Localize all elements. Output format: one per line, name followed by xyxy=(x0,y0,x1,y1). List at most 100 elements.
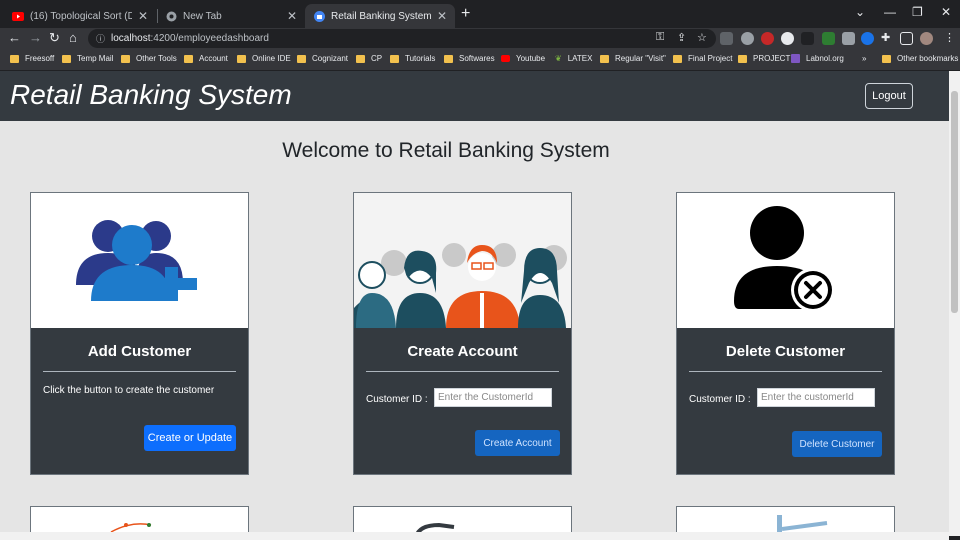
tab-youtube[interactable]: (16) Topological Sort (DFS) - You ✕ xyxy=(4,4,156,28)
bookmark-item[interactable]: Online IDE xyxy=(237,54,291,63)
delete-customer-card: Delete Customer Customer ID : Delete Cus… xyxy=(676,192,895,475)
bank-icon xyxy=(313,10,325,22)
folder-icon xyxy=(121,54,130,63)
extension-icon[interactable] xyxy=(842,32,855,45)
extension-icon[interactable] xyxy=(801,32,814,45)
delete-customer-image xyxy=(677,193,894,328)
folder-icon xyxy=(356,54,365,63)
page-title: Welcome to Retail Banking System xyxy=(282,139,610,162)
divider xyxy=(366,371,559,372)
card-title: Create Account xyxy=(407,343,518,360)
minimize-icon[interactable]: — xyxy=(884,5,896,19)
bookmark-item[interactable]: Final Project xyxy=(673,54,732,63)
horizontal-scrollbar[interactable] xyxy=(0,532,949,540)
card-title: Add Customer xyxy=(87,343,192,360)
tab-title: (16) Topological Sort (DFS) - You xyxy=(30,10,132,22)
bookmark-item[interactable]: Softwares xyxy=(444,54,495,63)
bookmark-item[interactable]: Freesoff xyxy=(10,54,54,63)
close-icon[interactable]: ✕ xyxy=(287,9,297,23)
bookmark-item[interactable]: CP xyxy=(356,54,382,63)
folder-icon xyxy=(62,54,71,63)
new-tab-plus-icon[interactable]: + xyxy=(461,5,470,23)
extension-icon[interactable] xyxy=(720,32,733,45)
customer-id-label: Customer ID : xyxy=(366,394,428,405)
youtube-icon xyxy=(12,10,24,22)
sidebar-icon[interactable] xyxy=(900,32,913,45)
bookmark-item[interactable]: PROJECT xyxy=(738,54,790,63)
bookmark-other[interactable]: Other bookmarks xyxy=(882,54,958,63)
close-icon[interactable]: ✕ xyxy=(138,9,148,23)
folder-icon xyxy=(237,54,246,63)
bookmark-youtube[interactable]: Youtube xyxy=(501,54,545,63)
extension-icon[interactable] xyxy=(781,32,794,45)
bookmarks-overflow[interactable]: » xyxy=(862,54,866,63)
forward-icon[interactable]: → xyxy=(29,30,42,45)
bookmark-item[interactable]: ❦ LATEX xyxy=(555,54,592,63)
app-navbar: Retail Banking System Logout xyxy=(0,71,949,121)
bookmark-item[interactable]: Account xyxy=(184,54,228,63)
folder-icon xyxy=(673,54,682,63)
extension-icon[interactable] xyxy=(822,32,835,45)
restore-icon[interactable]: ❐ xyxy=(912,5,923,19)
avatar[interactable] xyxy=(920,32,933,45)
bookmark-item[interactable]: Temp Mail xyxy=(62,54,113,63)
youtube-icon xyxy=(501,55,510,62)
reload-icon[interactable]: ↻ xyxy=(49,30,60,46)
browser-toolbar: ← → ↻ ⌂ ⓘ localhost:4200/employeedashboa… xyxy=(0,28,960,50)
star-icon[interactable]: ☆ xyxy=(697,31,707,44)
close-icon[interactable]: ✕ xyxy=(437,9,447,23)
bookmark-item[interactable]: Tutorials xyxy=(390,54,435,63)
bookmark-item[interactable]: Cognizant xyxy=(297,54,348,63)
customer-id-input[interactable] xyxy=(434,388,552,407)
create-account-card: Create Account Customer ID : Create Acco… xyxy=(353,192,572,475)
bookmark-item[interactable]: Regular "Visit" xyxy=(600,54,666,63)
people-group-icon xyxy=(354,193,571,328)
ublock-icon[interactable] xyxy=(761,32,774,45)
add-user-icon xyxy=(76,220,197,301)
divider xyxy=(689,371,882,372)
kebab-menu-icon[interactable]: ⋮ xyxy=(944,31,955,44)
puzzle-icon[interactable]: ✚ xyxy=(881,31,890,44)
extension-icon[interactable] xyxy=(861,32,874,45)
back-icon[interactable]: ← xyxy=(8,30,21,45)
add-customer-card: Add Customer Click the button to create … xyxy=(30,192,249,475)
bookmark-item[interactable]: Other Tools xyxy=(121,54,177,63)
close-window-icon[interactable]: ✕ xyxy=(941,5,951,19)
tab-new-tab[interactable]: New Tab ✕ xyxy=(157,4,305,28)
tab-retail-banking[interactable]: Retail Banking System ✕ xyxy=(305,4,455,28)
create-or-update-button[interactable]: Create or Update xyxy=(144,425,236,451)
bookmarks-bar: Freesoff Temp Mail Other Tools Account O… xyxy=(0,50,960,71)
page-content: Retail Banking System Logout Welcome to … xyxy=(0,71,949,536)
chrome-icon xyxy=(165,10,177,22)
delete-customer-button[interactable]: Delete Customer xyxy=(792,431,882,457)
labnol-icon xyxy=(791,54,800,63)
logout-button[interactable]: Logout xyxy=(865,83,913,109)
bookmark-item[interactable]: Labnol.org xyxy=(791,54,844,63)
folder-icon xyxy=(738,54,747,63)
delete-user-icon xyxy=(734,206,835,312)
tab-title: Retail Banking System xyxy=(331,10,431,22)
extension-icon[interactable] xyxy=(741,32,754,45)
folder-icon xyxy=(10,54,19,63)
url-path: :4200/employeedashboard xyxy=(150,33,269,44)
folder-icon xyxy=(390,54,399,63)
create-account-button[interactable]: Create Account xyxy=(475,430,560,456)
scrollbar-thumb[interactable] xyxy=(951,91,958,313)
customer-id-input[interactable] xyxy=(757,388,875,407)
vertical-scrollbar[interactable] xyxy=(949,71,960,536)
brand-title[interactable]: Retail Banking System xyxy=(10,79,292,111)
chevron-down-icon[interactable]: ⌄ xyxy=(855,5,865,19)
customer-id-label: Customer ID : xyxy=(689,394,751,405)
key-icon[interactable]: ⚿ xyxy=(656,31,664,44)
url-host: localhost xyxy=(111,33,151,44)
create-account-image xyxy=(354,193,571,328)
info-icon: ⓘ xyxy=(96,34,106,44)
folder-icon xyxy=(600,54,609,63)
address-bar[interactable]: ⓘ localhost:4200/employeedashboard xyxy=(88,29,716,48)
add-customer-image xyxy=(31,193,248,328)
folder-icon xyxy=(184,54,193,63)
leaf-icon: ❦ xyxy=(555,54,562,63)
home-icon[interactable]: ⌂ xyxy=(69,30,77,45)
share-icon[interactable]: ⇪ xyxy=(677,31,686,44)
divider xyxy=(43,371,236,372)
